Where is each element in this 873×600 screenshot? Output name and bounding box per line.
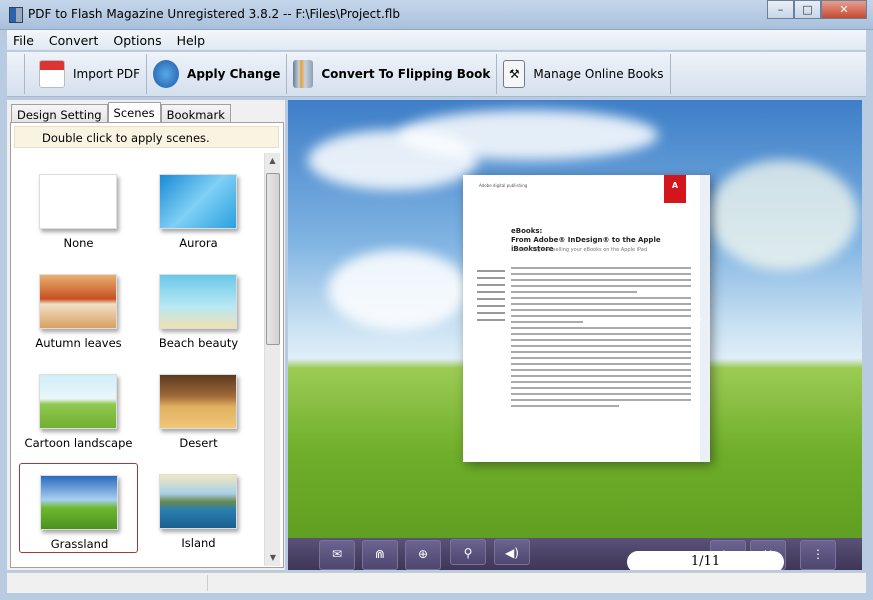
scene-label: None	[63, 236, 94, 250]
manage-online-books-button[interactable]: ⚒ Manage Online Books	[497, 54, 671, 94]
scene-desert[interactable]: Desert	[139, 363, 258, 453]
import-pdf-button[interactable]: Import PDF	[25, 54, 148, 94]
page-header: Adobe digital publishing	[479, 183, 528, 188]
pdf-icon	[39, 60, 65, 88]
scroll-down-icon[interactable]: ▼	[265, 550, 281, 566]
more-options-icon[interactable]: ⋮	[800, 540, 836, 570]
convert-button[interactable]: Convert To Flipping Book	[287, 54, 498, 94]
next-page-arrow-icon[interactable]: ▶	[693, 312, 702, 326]
search-icon[interactable]: ⚲	[450, 539, 486, 565]
menu-options[interactable]: Options	[113, 33, 161, 48]
window-title: PDF to Flash Magazine Unregistered 3.8.2…	[28, 7, 400, 21]
magnet-icon[interactable]: ⋒	[362, 540, 398, 570]
toolbar-grip	[11, 54, 25, 94]
book-control-bar: ✉ ⋒ ⊕ ⚲ ◀) ▶ ✕ ⋮ 1/11	[288, 538, 862, 570]
wrench-icon: ⚒	[503, 60, 526, 88]
left-panel: Design Setting Scenes Bookmark Double cl…	[7, 100, 285, 570]
scene-thumbnail	[40, 475, 118, 530]
scenes-hint: Double click to apply scenes.	[14, 126, 279, 148]
book-page[interactable]: Adobe digital publishing A eBooks: From A…	[463, 175, 710, 462]
scene-label: Grassland	[50, 537, 109, 551]
cloud	[398, 110, 658, 160]
scene-cartoon-landscape[interactable]: Cartoon landscape	[19, 363, 138, 453]
sound-icon[interactable]: ◀)	[494, 539, 530, 565]
menu-bar: File Convert Options Help	[7, 30, 866, 50]
scene-beach-beauty[interactable]: Beach beauty	[139, 263, 258, 353]
apply-change-button[interactable]: Apply Change	[147, 54, 288, 94]
scene-island[interactable]: Island	[139, 463, 258, 553]
scene-thumbnail	[39, 374, 117, 429]
scene-label: Aurora	[179, 236, 218, 250]
menu-help[interactable]: Help	[177, 33, 206, 48]
scene-autumn-leaves[interactable]: Autumn leaves	[19, 263, 138, 353]
scene-thumbnail	[39, 274, 117, 329]
manage-online-books-label: Manage Online Books	[533, 67, 664, 81]
scene-thumbnail	[159, 374, 237, 429]
zoom-in-icon[interactable]: ⊕	[405, 540, 441, 570]
scroll-up-icon[interactable]: ▲	[265, 153, 280, 169]
scenes-scrollbar[interactable]: ▲ ▼	[264, 153, 280, 566]
scrollbar-thumb[interactable]	[266, 173, 280, 345]
scenes-panel: Double click to apply scenes. None Auror…	[10, 122, 284, 568]
app-icon	[9, 7, 23, 23]
scene-none[interactable]: None	[19, 163, 138, 253]
scene-label: Autumn leaves	[35, 336, 122, 350]
scene-thumbnail	[39, 174, 117, 229]
adobe-logo: A	[664, 175, 686, 203]
book-icon	[293, 60, 314, 88]
apply-change-label: Apply Change	[187, 67, 281, 81]
scene-label: Island	[181, 536, 216, 550]
title-bar: PDF to Flash Magazine Unregistered 3.8.2…	[0, 0, 873, 30]
menu-convert[interactable]: Convert	[49, 33, 98, 48]
scene-label: Beach beauty	[158, 336, 239, 350]
scene-grassland[interactable]: Grassland	[19, 463, 138, 553]
page-body-text	[511, 267, 691, 411]
cloud	[328, 250, 468, 330]
book-preview: Adobe digital publishing A eBooks: From A…	[288, 100, 862, 570]
email-icon[interactable]: ✉	[319, 540, 355, 570]
scene-aurora[interactable]: Aurora	[139, 163, 258, 253]
scenes-grid: None Aurora Autumn leaves Beach beauty C…	[11, 153, 263, 567]
menu-file[interactable]: File	[13, 33, 34, 48]
refresh-icon	[153, 60, 180, 88]
scene-thumbnail	[159, 174, 237, 229]
cloud	[708, 160, 858, 270]
convert-label: Convert To Flipping Book	[321, 67, 491, 81]
import-pdf-label: Import PDF	[73, 67, 141, 81]
scene-label: Desert	[179, 436, 218, 450]
scene-thumbnail	[159, 274, 237, 329]
scene-label: Cartoon landscape	[24, 436, 133, 450]
page-indicator[interactable]: 1/11	[627, 551, 784, 570]
maximize-button[interactable]: □	[794, 0, 821, 19]
toolbar: Import PDF Apply Change Convert To Flipp…	[7, 51, 866, 97]
close-button[interactable]: ✕	[821, 0, 867, 19]
status-bar	[7, 572, 866, 593]
page-sidebar-text	[477, 270, 505, 326]
scene-thumbnail	[159, 474, 237, 529]
page-subtitle: Distributing and selling your eBooks on …	[511, 247, 648, 253]
minimize-button[interactable]: –	[767, 0, 794, 19]
